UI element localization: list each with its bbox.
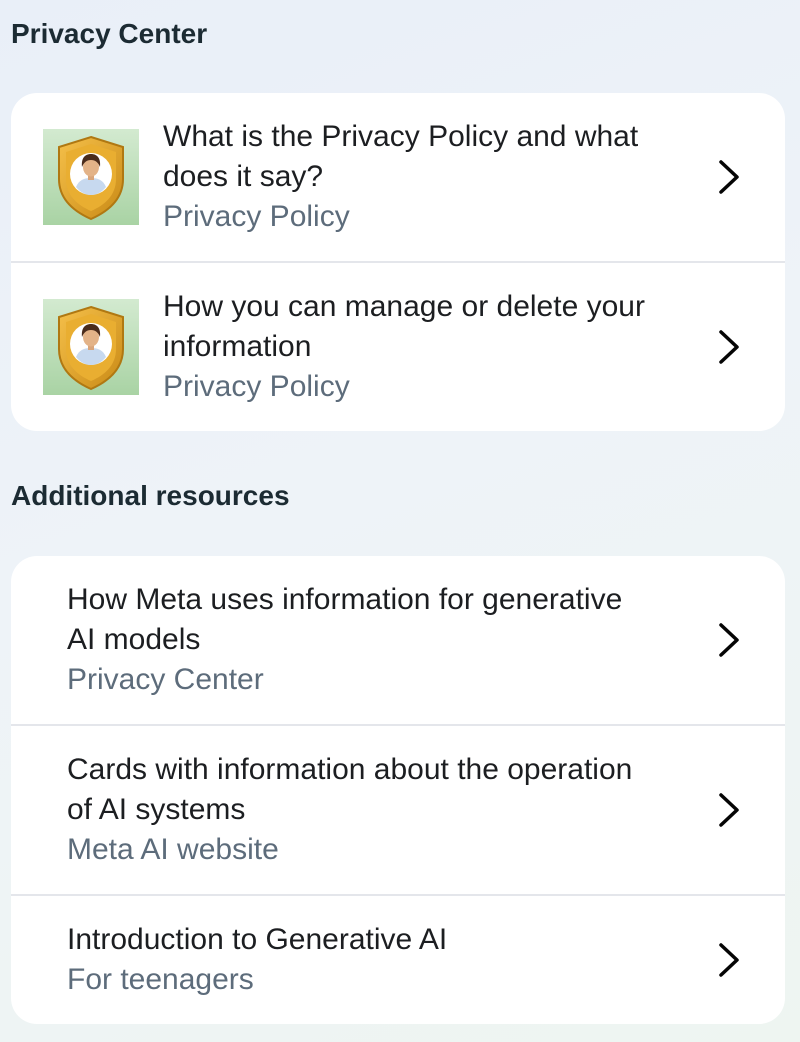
list-item-subtitle: Privacy Policy	[163, 200, 350, 233]
chevron-right-icon	[711, 620, 747, 660]
additional-resources-card: How Meta uses information for generative…	[11, 556, 785, 1024]
list-item-title: What is the Privacy Policy and what	[163, 120, 639, 153]
list-item-privacy-policy-what[interactable]: What is the Privacy Policy and what does…	[11, 93, 785, 261]
privacy-shield-person-icon	[43, 129, 139, 225]
list-item-meta-generative-ai-info[interactable]: How Meta uses information for generative…	[11, 556, 785, 724]
privacy-center-card: What is the Privacy Policy and what does…	[11, 93, 785, 431]
list-item-title: does it say?	[163, 160, 324, 193]
list-item-intro-generative-ai[interactable]: Introduction to Generative AI For teenag…	[11, 896, 785, 1024]
section-title-additional-resources: Additional resources	[11, 480, 290, 511]
list-item-subtitle: Meta AI website	[67, 833, 279, 866]
list-item-title: information	[163, 330, 312, 363]
chevron-right-icon	[711, 790, 747, 830]
list-item-subtitle: For teenagers	[67, 963, 254, 996]
list-item-title: How Meta uses information for generative	[67, 583, 623, 616]
list-item-subtitle: Privacy Center	[67, 663, 264, 696]
chevron-right-icon	[711, 157, 747, 197]
list-item-title: AI models	[67, 623, 201, 656]
list-item-manage-delete-information[interactable]: How you can manage or delete your inform…	[11, 263, 785, 431]
list-item-ai-system-cards[interactable]: Cards with information about the operati…	[11, 726, 785, 894]
list-item-title: Introduction to Generative AI	[67, 923, 448, 956]
list-item-title: of AI systems	[67, 793, 246, 826]
chevron-right-icon	[711, 327, 747, 367]
chevron-right-icon	[711, 940, 747, 980]
section-title-privacy-center: Privacy Center	[11, 18, 208, 49]
list-item-title: Cards with information about the operati…	[67, 753, 633, 786]
list-item-title: How you can manage or delete your	[163, 290, 645, 323]
privacy-shield-person-icon	[43, 299, 139, 395]
list-item-subtitle: Privacy Policy	[163, 370, 350, 403]
